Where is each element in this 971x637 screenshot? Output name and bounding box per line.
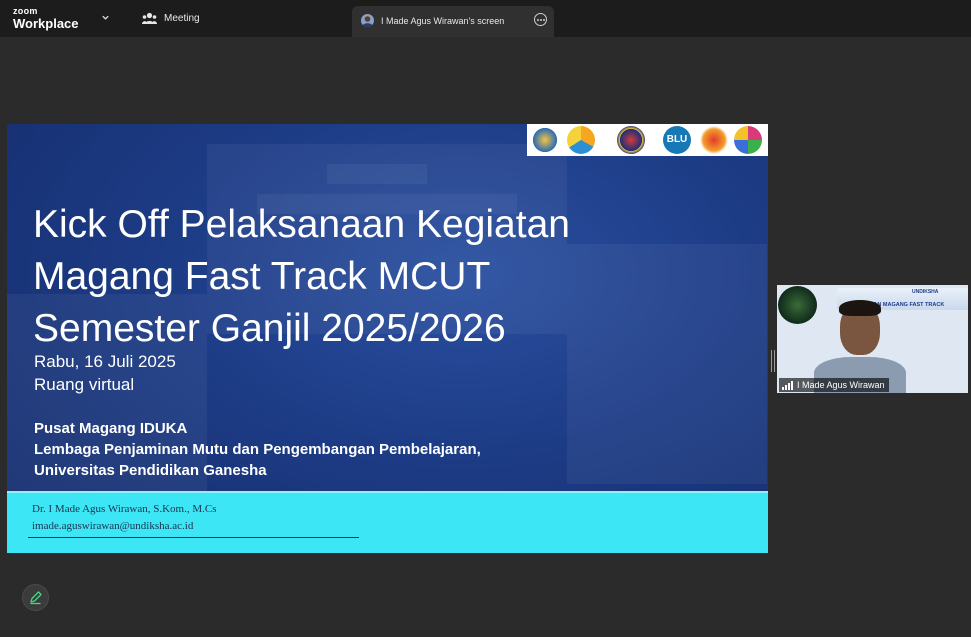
participants-icon	[142, 12, 157, 24]
slide-date-venue: Rabu, 16 Juli 2025 Ruang virtual	[34, 350, 176, 396]
org-line: Pusat Magang IDUKA	[34, 420, 188, 437]
kampus-merdeka-logo	[567, 126, 595, 154]
partner-logos: BLU	[527, 124, 768, 156]
undiksha-logo	[617, 126, 645, 154]
pencil-icon	[30, 591, 42, 605]
top-bar: zoom Workplace Meeting I Made Agus Wiraw…	[0, 0, 971, 37]
blu-logo-text: BLU	[666, 134, 688, 145]
participant-video[interactable]: UNDIKSHA PENJAMINAN MAGANG FAST TRACK I …	[777, 285, 968, 393]
slide-date: Rabu, 16 Juli 2025	[34, 352, 176, 371]
divider	[28, 537, 359, 538]
more-options-icon[interactable]	[534, 13, 547, 26]
signal-bars-icon	[782, 380, 793, 390]
shared-screen-slide: BLU Kick Off Pelaksanaan Kegiatan Magang…	[7, 124, 768, 553]
annotate-button[interactable]	[22, 584, 49, 611]
org-line: Lembaga Penjaminan Mutu dan Pengembangan…	[34, 441, 481, 458]
mcut-logo	[734, 126, 762, 154]
avatar	[361, 14, 374, 27]
kemdikbud-logo	[531, 126, 559, 154]
slide-title: Kick Off Pelaksanaan Kegiatan Magang Fas…	[33, 199, 570, 355]
slide-venue: Ruang virtual	[34, 375, 135, 394]
org-line: Universitas Pendidikan Ganesha	[34, 462, 267, 479]
presenter-name: Dr. I Made Agus Wirawan, S.Kom., M.Cs	[32, 503, 217, 515]
zoom-logo[interactable]: zoom Workplace	[13, 6, 79, 31]
share-tab[interactable]: I Made Agus Wirawan's screen	[352, 6, 554, 37]
meeting-label: Meeting	[164, 13, 200, 24]
meeting-button[interactable]: Meeting	[142, 12, 200, 25]
slide-organization: Pusat Magang IDUKA Lembaga Penjaminan Mu…	[34, 418, 481, 481]
brand-line2: Workplace	[13, 16, 79, 31]
chevron-down-icon[interactable]	[101, 13, 110, 22]
title-line: Kick Off Pelaksanaan Kegiatan	[33, 203, 570, 246]
title-line: Magang Fast Track MCUT	[33, 255, 491, 298]
participant-name-tag: I Made Agus Wirawan	[779, 378, 889, 392]
title-line: Semester Ganjil 2025/2026	[33, 307, 506, 350]
anniversary-logo	[700, 126, 728, 154]
presenter-band: Dr. I Made Agus Wirawan, S.Kom., M.Cs im…	[7, 491, 768, 553]
share-tab-label: I Made Agus Wirawan's screen	[381, 16, 505, 26]
undiksha-emblem	[778, 286, 817, 324]
resize-handle[interactable]	[771, 350, 775, 372]
banner-brand: UNDIKSHA	[912, 289, 939, 295]
blu-logo: BLU	[663, 126, 691, 154]
brand-line1: zoom	[13, 6, 38, 16]
participant-name: I Made Agus Wirawan	[797, 380, 885, 390]
presenter-email: imade.aguswirawan@undiksha.ac.id	[32, 520, 194, 532]
